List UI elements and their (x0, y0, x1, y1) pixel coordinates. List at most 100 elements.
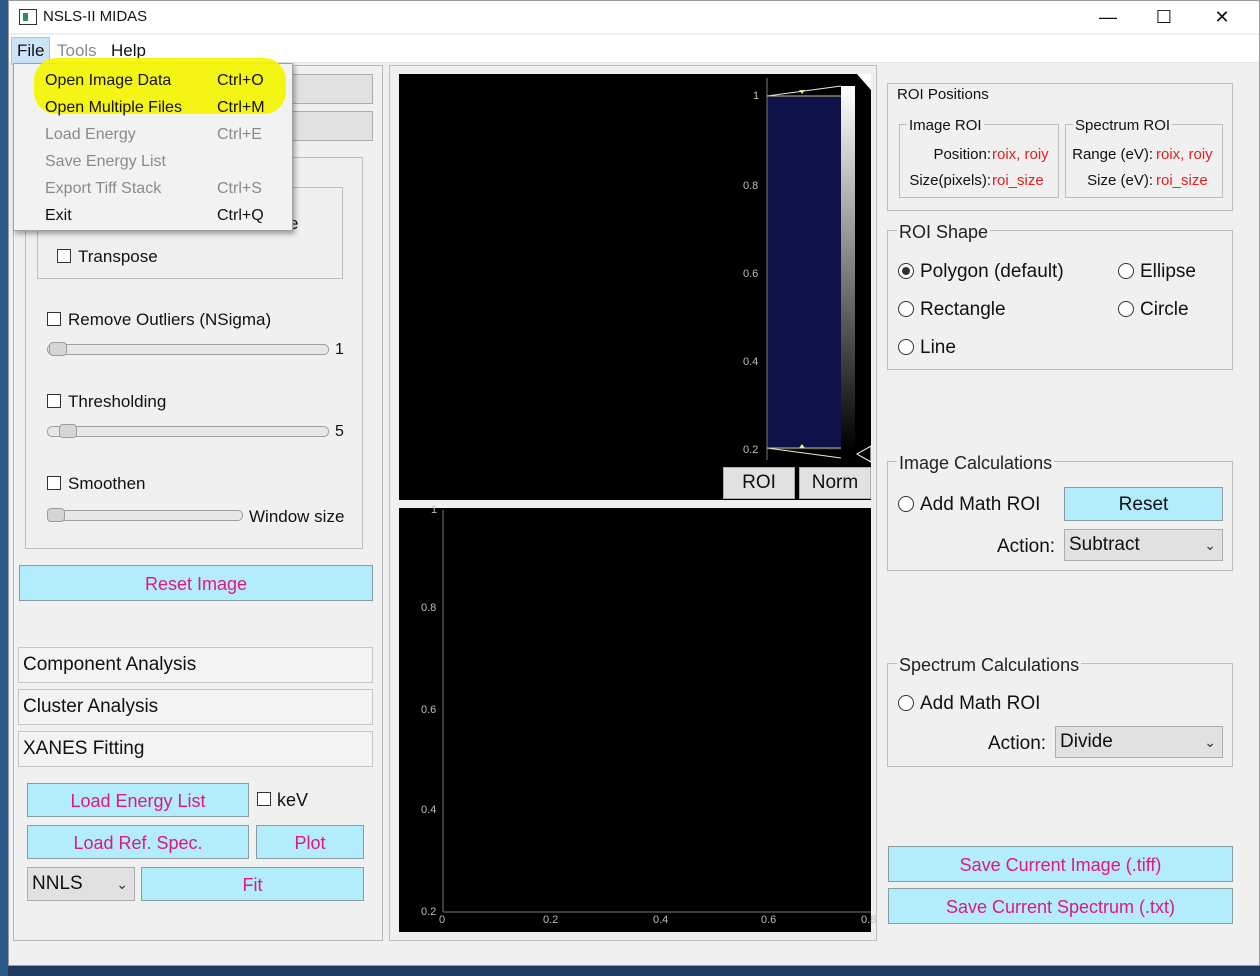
plot-button[interactable]: Plot (256, 825, 364, 859)
gradient-bottom-handle[interactable] (855, 445, 871, 463)
menu-item-exit[interactable]: Exit Ctrl+Q (14, 203, 292, 229)
image-plot[interactable]: 1 0.8 0.6 0.4 0.2 (399, 74, 871, 500)
load-energy-list-button[interactable]: Load Energy List (27, 783, 249, 817)
spectrum-plot[interactable]: 1 0.8 0.6 0.4 0.2 0 0.2 0.4 0.6 0.8 (399, 504, 876, 932)
window-size-label: Window size (249, 507, 345, 526)
smoothen-slider-handle[interactable] (47, 508, 65, 522)
gradient-bar[interactable] (841, 86, 855, 450)
app-icon (19, 9, 37, 25)
reset-image-button[interactable]: Reset Image (19, 565, 373, 601)
cluster-analysis-button[interactable]: Cluster Analysis (18, 689, 373, 725)
maximize-button[interactable]: ☐ (1135, 1, 1193, 33)
window-title: NSLS-II MIDAS (43, 8, 148, 25)
spectrum-y-tick-1: 1 (431, 504, 438, 516)
fit-method-select[interactable]: NNLS ⌄ (27, 867, 135, 901)
menu-item-save-energy-list[interactable]: Save Energy List (14, 149, 292, 175)
range-value: roix, roiy (1156, 146, 1213, 163)
rectangle-label: Rectangle (920, 299, 1006, 320)
line-label: Line (920, 337, 956, 358)
thresholding-label: Thresholding (68, 392, 167, 411)
reset-roi-button[interactable]: Reset (1064, 487, 1223, 521)
menu-item-label: Open Image Data (45, 72, 172, 89)
file-menu-dropdown: Open Image Data Ctrl+O Open Multiple Fil… (13, 58, 293, 231)
spectrum-add-math-roi-label: Add Math ROI (920, 693, 1041, 714)
spectrum-y-tick-0-6: 0.6 (421, 704, 437, 716)
menu-item-open-multiple-files[interactable]: Open Multiple Files Ctrl+M (14, 95, 292, 121)
outliers-slider-handle[interactable] (49, 342, 67, 356)
size-ev-value: roi_size (1156, 172, 1208, 189)
image-tick-0-4: 0.4 (743, 356, 759, 368)
roi-button[interactable]: ROI (723, 467, 795, 499)
image-roi-title: Image ROI (907, 117, 984, 134)
spectrum-x-tick-0-4: 0.4 (653, 914, 669, 926)
range-label: Range (eV): (1072, 146, 1153, 163)
spectrum-y-tick-0-2: 0.2 (421, 906, 437, 918)
roi-shape-title: ROI Shape (897, 222, 991, 243)
spectrum-roi-title: Spectrum ROI (1073, 117, 1173, 134)
chevron-down-icon: ⌄ (1204, 734, 1216, 750)
circle-radio[interactable] (1118, 301, 1134, 317)
menu-item-load-energy[interactable]: Load Energy Ctrl+E (14, 122, 292, 148)
remove-outliers-checkbox[interactable] (47, 312, 61, 326)
ellipse-label: Ellipse (1140, 261, 1196, 282)
smoothen-checkbox[interactable] (47, 476, 61, 490)
spectrum-calculations-title: Spectrum Calculations (897, 655, 1082, 676)
main-window: NSLS-II MIDAS — ☐ ✕ File Tools Help e Tr… (8, 0, 1260, 966)
gradient-top-handle[interactable] (857, 74, 871, 90)
polygon-radio[interactable] (898, 263, 914, 279)
spectrum-action-value: Divide (1060, 731, 1113, 752)
norm-button[interactable]: Norm (799, 467, 871, 499)
image-add-math-roi-radio[interactable] (898, 496, 914, 512)
spectrum-y-tick-0-4: 0.4 (421, 804, 437, 816)
menu-item-label: Open Multiple Files (45, 99, 182, 116)
desktop-background (0, 0, 8, 976)
transpose-checkbox[interactable] (57, 249, 71, 263)
component-analysis-button[interactable]: Component Analysis (18, 647, 373, 683)
transpose-label: Transpose (78, 247, 158, 266)
save-current-image-button[interactable]: Save Current Image (.tiff) (888, 846, 1233, 882)
close-button[interactable]: ✕ (1193, 1, 1251, 33)
image-add-math-roi-label: Add Math ROI (920, 494, 1041, 515)
outliers-value: 1 (335, 341, 344, 358)
size-pixels-value: roi_size (992, 172, 1044, 189)
spectrum-x-tick-0: 0 (439, 914, 446, 926)
ellipse-radio[interactable] (1118, 263, 1134, 279)
fit-button[interactable]: Fit (141, 867, 364, 901)
spectrum-x-tick-0-8: 0.8 (861, 914, 877, 926)
position-label: Position: (933, 146, 991, 163)
xanes-fitting-button[interactable]: XANES Fitting (18, 731, 373, 767)
size-pixels-label: Size(pixels): (909, 172, 991, 189)
spectrum-add-math-roi-radio[interactable] (898, 695, 914, 711)
menu-item-shortcut: Ctrl+M (217, 99, 265, 116)
spectrum-x-tick-0-2: 0.2 (543, 914, 559, 926)
fit-method-value: NNLS (32, 873, 83, 894)
outliers-slider[interactable] (47, 344, 329, 355)
menu-item-label: Load Energy (45, 126, 136, 143)
image-action-label: Action: (997, 536, 1056, 557)
roi-positions-title: ROI Positions (897, 86, 989, 103)
smoothen-slider[interactable] (47, 510, 243, 521)
line-radio[interactable] (898, 339, 914, 355)
menu-item-open-image-data[interactable]: Open Image Data Ctrl+O (14, 68, 292, 94)
menu-item-shortcut: Ctrl+S (217, 180, 262, 197)
thresholding-checkbox[interactable] (47, 394, 61, 408)
minimize-button[interactable]: — (1079, 1, 1137, 33)
threshold-slider-handle[interactable] (59, 424, 77, 438)
circle-label: Circle (1140, 299, 1189, 320)
rectangle-radio[interactable] (898, 301, 914, 317)
image-action-select[interactable]: Subtract ⌄ (1064, 529, 1223, 561)
image-action-value: Subtract (1069, 534, 1140, 555)
menu-item-shortcut: Ctrl+Q (217, 207, 264, 224)
menu-item-label: Exit (45, 207, 72, 224)
histogram-region[interactable] (767, 96, 841, 450)
menu-item-export-tiff-stack[interactable]: Export Tiff Stack Ctrl+S (14, 176, 292, 202)
threshold-slider[interactable] (47, 426, 329, 437)
spectrum-action-select[interactable]: Divide ⌄ (1055, 726, 1223, 758)
save-current-spectrum-button[interactable]: Save Current Spectrum (.txt) (888, 888, 1233, 924)
image-tick-0-2: 0.2 (743, 444, 759, 456)
chevron-down-icon: ⌄ (116, 876, 128, 892)
spectrum-x-tick-0-6: 0.6 (761, 914, 777, 926)
menu-item-shortcut: Ctrl+O (217, 72, 264, 89)
kev-checkbox[interactable] (257, 792, 271, 806)
load-ref-spec-button[interactable]: Load Ref. Spec. (27, 825, 249, 859)
